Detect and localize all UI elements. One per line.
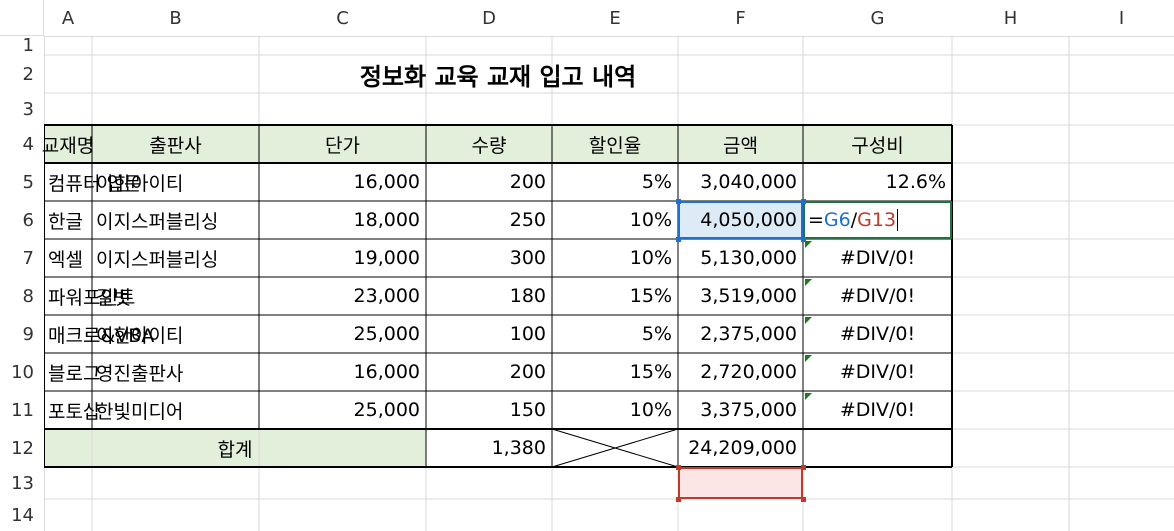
error-indicator-icon[interactable] xyxy=(805,241,812,248)
table-cell-ratio[interactable]: #DIV/0! xyxy=(803,315,952,353)
total-label-cell[interactable]: 합계 xyxy=(44,429,426,467)
table-cell-amount[interactable]: 3,519,000 xyxy=(678,277,803,315)
row-header-1[interactable]: 1 xyxy=(0,35,44,56)
table-cell-amount[interactable]: 5,130,000 xyxy=(678,239,803,277)
formula-eq: = xyxy=(808,209,824,231)
table-cell-ratio[interactable]: #DIV/0! xyxy=(803,239,952,277)
table-cell-name[interactable]: 포토샵 xyxy=(44,391,100,429)
column-header-g[interactable]: G xyxy=(803,0,952,36)
table-cell-publisher[interactable]: 이한아이티 xyxy=(92,163,259,201)
table-cell-qty[interactable]: 300 xyxy=(426,239,552,277)
table-cell-name[interactable]: 블로그 xyxy=(44,353,100,391)
total-ratio-cell[interactable] xyxy=(803,429,952,467)
error-indicator-icon[interactable] xyxy=(805,317,812,324)
table-cell-discount[interactable]: 10% xyxy=(552,201,678,239)
table-cell-price[interactable]: 23,000 xyxy=(259,277,426,315)
total-discount-cell[interactable] xyxy=(552,429,678,467)
table-cell-price[interactable]: 16,000 xyxy=(259,163,426,201)
table-cell-price[interactable]: 18,000 xyxy=(259,201,426,239)
table-cell-amount[interactable]: 2,720,000 xyxy=(678,353,803,391)
row-header-5[interactable]: 5 xyxy=(0,163,44,201)
table-cell-ratio[interactable]: #DIV/0! xyxy=(803,277,952,315)
error-indicator-icon[interactable] xyxy=(805,393,812,400)
table-cell-discount[interactable]: 5% xyxy=(552,163,678,201)
table-cell-name[interactable]: 매크로&VBA xyxy=(44,315,154,353)
column-header-f[interactable]: F xyxy=(678,0,803,36)
table-cell-name[interactable]: 한글 xyxy=(44,201,92,239)
table-cell-amount[interactable]: 3,375,000 xyxy=(678,391,803,429)
table-cell-price[interactable]: 16,000 xyxy=(259,353,426,391)
table-cell-publisher[interactable]: 한빛미디어 xyxy=(92,391,259,429)
row-header-2[interactable]: 2 xyxy=(0,55,44,93)
row-header-10[interactable]: 10 xyxy=(0,353,44,391)
row-header-8[interactable]: 8 xyxy=(0,277,44,315)
sheet-title[interactable]: 정보화 교육 교재 입고 내역 xyxy=(44,55,952,93)
table-cell-discount[interactable]: 10% xyxy=(552,239,678,277)
table-cell-publisher[interactable]: 이지스퍼블리싱 xyxy=(92,201,259,239)
row-header-11[interactable]: 11 xyxy=(0,391,44,429)
table-cell-qty[interactable]: 150 xyxy=(426,391,552,429)
table-cell-name[interactable]: 파워포인트 xyxy=(44,277,135,315)
table-cell-discount[interactable]: 10% xyxy=(552,391,678,429)
column-header-i[interactable]: I xyxy=(1069,0,1174,36)
table-cell-ratio[interactable]: 12.6% xyxy=(803,163,952,201)
table-header-cell[interactable]: 출판사 xyxy=(92,125,259,163)
column-header-h[interactable]: H xyxy=(952,0,1069,36)
table-cell-price[interactable]: 25,000 xyxy=(259,391,426,429)
column-header-b[interactable]: B xyxy=(92,0,259,36)
column-header-e[interactable]: E xyxy=(552,0,678,36)
spreadsheet[interactable]: A B C D E F G H I 1 2 3 4 5 6 7 8 9 10 11 12 13 14 정보화 교육 교재 입고… xyxy=(0,0,1174,531)
total-qty-cell[interactable]: 1,380 xyxy=(426,429,552,467)
row-header-12[interactable]: 12 xyxy=(0,429,44,467)
table-cell-name[interactable]: 엑셀 xyxy=(44,239,92,277)
formula-ref2: G13 xyxy=(857,209,897,231)
table-header-cell[interactable]: 할인율 xyxy=(552,125,678,163)
table-cell-ratio[interactable]: #DIV/0! xyxy=(803,353,952,391)
table-header-cell[interactable]: 단가 xyxy=(259,125,426,163)
formula-edit-cell[interactable]: = G6/G13 xyxy=(803,201,952,239)
table-cell-ratio[interactable]: #DIV/0! xyxy=(803,391,952,429)
table-cell-publisher[interactable]: 이지스퍼블리싱 xyxy=(92,239,259,277)
row-header-3[interactable]: 3 xyxy=(0,93,44,125)
total-amount-cell[interactable]: 24,209,000 xyxy=(678,429,803,467)
row-header-7[interactable]: 7 xyxy=(0,239,44,277)
error-indicator-icon[interactable] xyxy=(805,279,812,286)
table-cell-qty[interactable]: 250 xyxy=(426,201,552,239)
cell-g13[interactable] xyxy=(678,467,803,499)
row-header-4[interactable]: 4 xyxy=(0,125,44,163)
table-cell-publisher[interactable]: 길벗 xyxy=(92,277,259,315)
table-cell-discount[interactable]: 15% xyxy=(552,353,678,391)
row-header-9[interactable]: 9 xyxy=(0,315,44,353)
column-header-a[interactable]: A xyxy=(44,0,92,36)
table-cell-price[interactable]: 19,000 xyxy=(259,239,426,277)
row-header-6[interactable]: 6 xyxy=(0,201,44,239)
table-cell-amount[interactable]: 2,375,000 xyxy=(678,315,803,353)
table-cell-qty[interactable]: 200 xyxy=(426,163,552,201)
table-cell-price[interactable]: 25,000 xyxy=(259,315,426,353)
table-cell-publisher[interactable]: 영진출판사 xyxy=(92,353,259,391)
table-header-cell[interactable]: 교재명 xyxy=(42,125,94,163)
error-indicator-icon[interactable] xyxy=(805,355,812,362)
table-cell-discount[interactable]: 15% xyxy=(552,277,678,315)
table-header-cell[interactable]: 수량 xyxy=(426,125,552,163)
table-cell-qty[interactable]: 100 xyxy=(426,315,552,353)
column-header-c[interactable]: C xyxy=(259,0,426,36)
table-header-cell[interactable]: 금액 xyxy=(678,125,803,163)
table-header-cell[interactable]: 구성비 xyxy=(803,125,952,163)
text-cursor xyxy=(897,209,899,231)
table-cell-name[interactable]: 컴퓨터 입문 xyxy=(44,163,141,201)
table-cell-amount[interactable]: 3,040,000 xyxy=(678,163,803,201)
row-header-13[interactable]: 13 xyxy=(0,467,44,499)
formula-ref1: G6 xyxy=(823,209,851,231)
table-cell-publisher[interactable]: 이한아이티 xyxy=(92,315,259,353)
table-cell-amount[interactable]: 4,050,000 xyxy=(678,201,803,239)
table-cell-qty[interactable]: 200 xyxy=(426,353,552,391)
column-header-d[interactable]: D xyxy=(426,0,552,36)
table-cell-qty[interactable]: 180 xyxy=(426,277,552,315)
row-header-14[interactable]: 14 xyxy=(0,499,44,531)
table-cell-discount[interactable]: 5% xyxy=(552,315,678,353)
